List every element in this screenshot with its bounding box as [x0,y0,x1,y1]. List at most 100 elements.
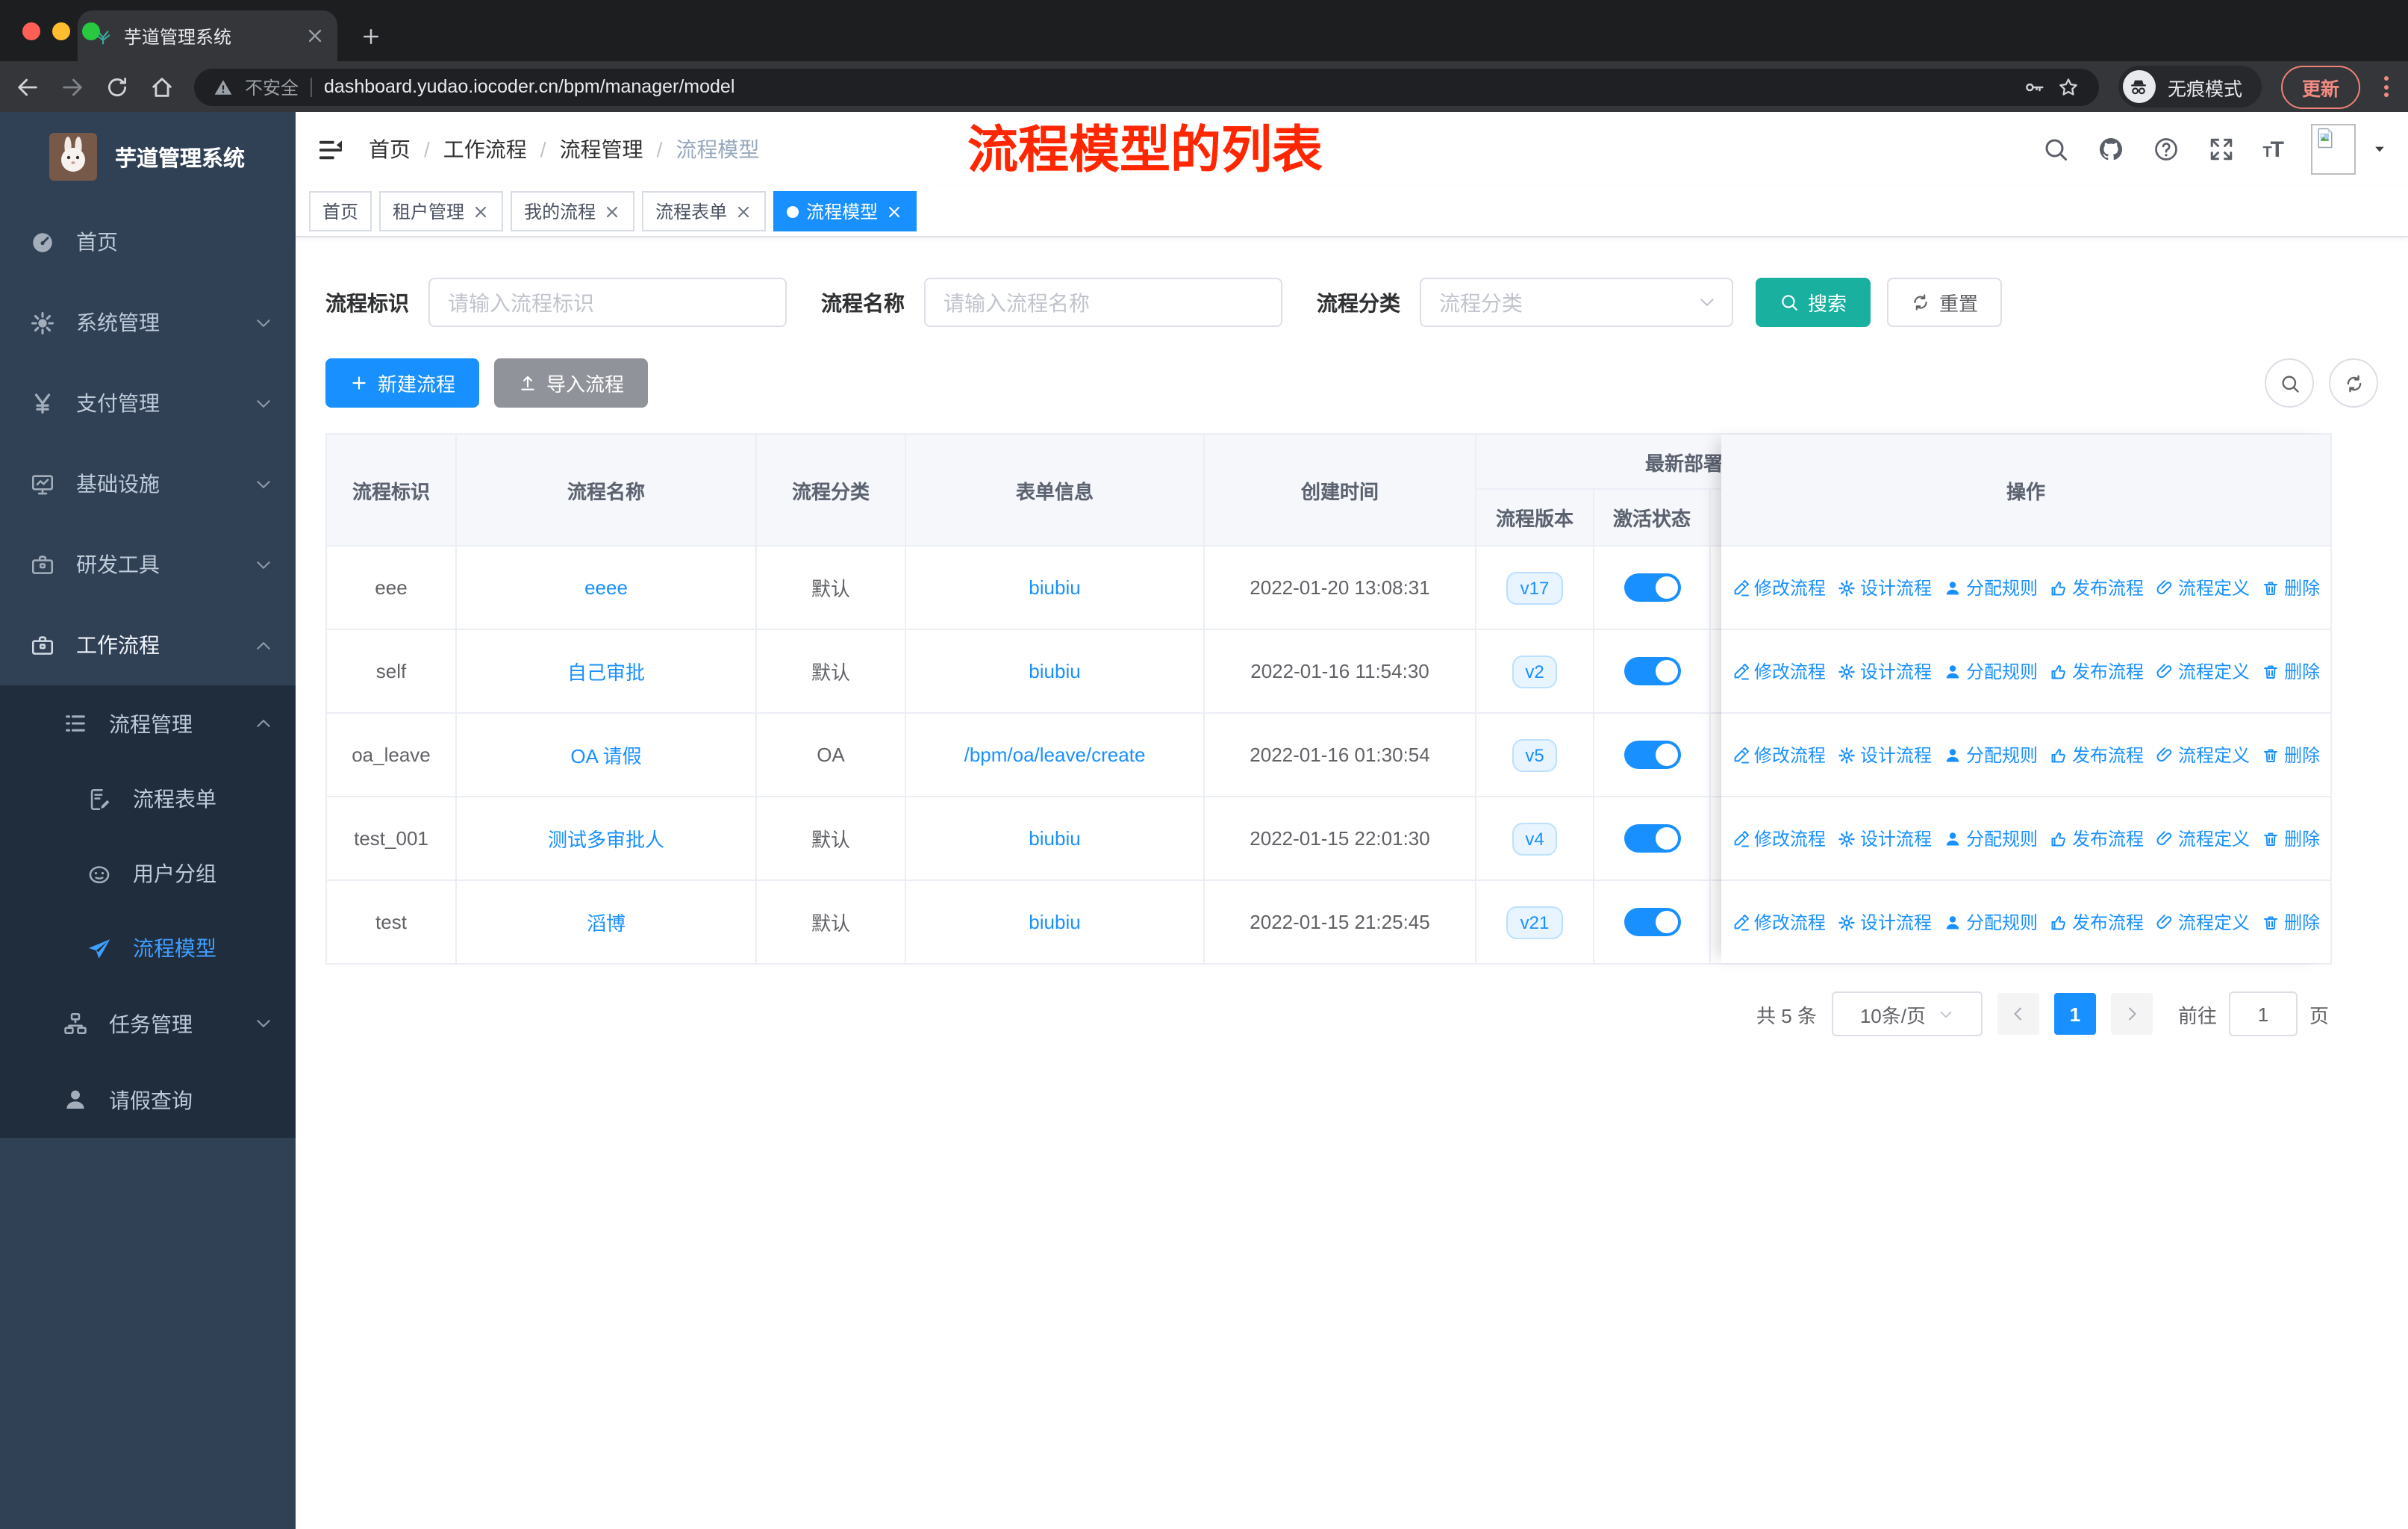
action-设计流程[interactable]: 设计流程 [1838,575,1932,600]
search-button[interactable]: 搜索 [1756,278,1871,327]
key-icon[interactable] [2023,75,2045,98]
current-page-button[interactable]: 1 [2053,993,2096,1035]
action-分配规则[interactable]: 分配规则 [1944,575,2038,600]
action-删除[interactable]: 删除 [2262,658,2320,684]
action-设计流程[interactable]: 设计流程 [1838,826,1932,851]
browser-tab[interactable]: 芋道管理系统 [78,10,337,61]
cell-form-info-link[interactable]: biubiu [1029,827,1080,850]
cell-process-name-link[interactable]: OA 请假 [570,741,641,769]
breadcrumb-item[interactable]: 工作流程 [443,134,527,164]
cell-form-info-link[interactable]: /bpm/oa/leave/create [964,744,1146,766]
sidebar-item-首页[interactable]: 首页 [0,202,296,282]
home-icon[interactable] [149,74,175,99]
not-secure-warning-icon[interactable] [213,77,233,96]
action-发布流程[interactable]: 发布流程 [2050,909,2144,935]
action-发布流程[interactable]: 发布流程 [2050,658,2144,684]
back-icon[interactable] [15,74,40,99]
tab-租户管理[interactable]: 租户管理 [379,191,504,231]
next-page-button[interactable] [2110,993,2153,1035]
action-修改流程[interactable]: 修改流程 [1732,575,1826,600]
cell-process-name-link[interactable]: 测试多审批人 [548,824,664,853]
action-流程定义[interactable]: 流程定义 [2156,909,2250,935]
category-select[interactable]: 流程分类 [1420,278,1733,327]
action-修改流程[interactable]: 修改流程 [1732,909,1826,935]
page-size-select[interactable]: 10条/页 [1831,991,1983,1036]
cell-form-info-link[interactable]: biubiu [1029,911,1080,933]
tab-流程表单[interactable]: 流程表单 [642,191,767,231]
process-id-input[interactable] [428,278,787,327]
sidebar-item-请假查询[interactable]: 请假查询 [0,1062,296,1138]
address-bar[interactable]: 不安全 dashboard.yudao.iocoder.cn/bpm/manag… [194,68,2099,105]
tab-流程模型[interactable]: 流程模型 [773,191,917,231]
sidebar-item-流程模型[interactable]: 流程模型 [0,911,296,985]
browser-menu-icon[interactable] [2384,76,2389,97]
close-icon[interactable] [603,202,621,220]
sidebar-item-研发工具[interactable]: 研发工具 [0,524,296,605]
sidebar-item-支付管理[interactable]: 支付管理 [0,363,296,443]
refresh-table-button[interactable] [2329,358,2378,408]
github-icon[interactable] [2097,136,2124,163]
toggle-search-button[interactable] [2265,358,2314,408]
action-删除[interactable]: 删除 [2262,742,2320,767]
action-删除[interactable]: 删除 [2262,826,2320,851]
close-window-button[interactable] [22,22,40,40]
action-修改流程[interactable]: 修改流程 [1732,742,1826,767]
close-icon[interactable] [472,202,490,220]
sidebar-item-工作流程[interactable]: 工作流程 [0,605,296,685]
sidebar-item-任务管理[interactable]: 任务管理 [0,985,296,1062]
forward-icon[interactable] [60,74,85,99]
search-icon[interactable] [2042,136,2068,163]
action-分配规则[interactable]: 分配规则 [1944,826,2038,851]
sidebar-item-系统管理[interactable]: 系统管理 [0,282,296,363]
prev-page-button[interactable] [1997,993,2039,1035]
tab-我的流程[interactable]: 我的流程 [511,191,635,231]
breadcrumb-item[interactable]: 首页 [369,134,411,164]
activation-toggle[interactable] [1623,573,1680,602]
chevron-down-icon[interactable] [2372,142,2387,157]
cell-form-info-link[interactable]: biubiu [1029,660,1080,682]
cell-process-name-link[interactable]: eeee [584,576,628,599]
update-button[interactable]: 更新 [2280,65,2360,108]
activation-toggle[interactable] [1623,657,1680,685]
action-流程定义[interactable]: 流程定义 [2156,742,2250,767]
cell-process-name-link[interactable]: 滔博 [587,908,626,936]
font-size-icon[interactable]: TT [2262,137,2284,162]
fullscreen-icon[interactable] [2207,136,2234,163]
action-分配规则[interactable]: 分配规则 [1944,909,2038,935]
action-删除[interactable]: 删除 [2262,575,2320,600]
sidebar-item-用户分组[interactable]: 用户分组 [0,836,296,911]
action-设计流程[interactable]: 设计流程 [1838,658,1932,684]
zoom-window-button[interactable] [82,22,100,40]
create-process-button[interactable]: 新建流程 [325,358,480,408]
user-avatar[interactable] [2311,124,2356,175]
cell-process-name-link[interactable]: 自己审批 [567,657,645,685]
import-process-button[interactable]: 导入流程 [494,358,649,408]
sidebar-item-流程管理[interactable]: 流程管理 [0,685,296,762]
help-icon[interactable] [2152,136,2179,163]
close-icon[interactable] [734,202,752,220]
action-流程定义[interactable]: 流程定义 [2156,575,2250,600]
action-发布流程[interactable]: 发布流程 [2050,742,2144,767]
action-发布流程[interactable]: 发布流程 [2050,826,2144,851]
action-分配规则[interactable]: 分配规则 [1944,742,2038,767]
sidebar-item-基础设施[interactable]: 基础设施 [0,443,296,524]
window-controls[interactable] [22,22,100,40]
sidebar-item-流程表单[interactable]: 流程表单 [0,762,296,836]
action-修改流程[interactable]: 修改流程 [1732,658,1826,684]
action-流程定义[interactable]: 流程定义 [2156,826,2250,851]
reload-icon[interactable] [105,74,130,99]
action-设计流程[interactable]: 设计流程 [1838,742,1932,767]
action-修改流程[interactable]: 修改流程 [1732,826,1826,851]
action-删除[interactable]: 删除 [2262,909,2320,935]
activation-toggle[interactable] [1623,824,1680,853]
goto-page-input[interactable] [2228,991,2298,1036]
new-tab-button[interactable] [351,16,390,55]
tab-首页[interactable]: 首页 [309,191,372,231]
tab-close-icon[interactable] [305,25,325,46]
breadcrumb-item[interactable]: 流程管理 [560,134,643,164]
action-流程定义[interactable]: 流程定义 [2156,658,2250,684]
hamburger-icon[interactable] [316,135,345,164]
cell-form-info-link[interactable]: biubiu [1029,576,1080,599]
close-icon[interactable] [885,202,903,220]
action-分配规则[interactable]: 分配规则 [1944,658,2038,684]
